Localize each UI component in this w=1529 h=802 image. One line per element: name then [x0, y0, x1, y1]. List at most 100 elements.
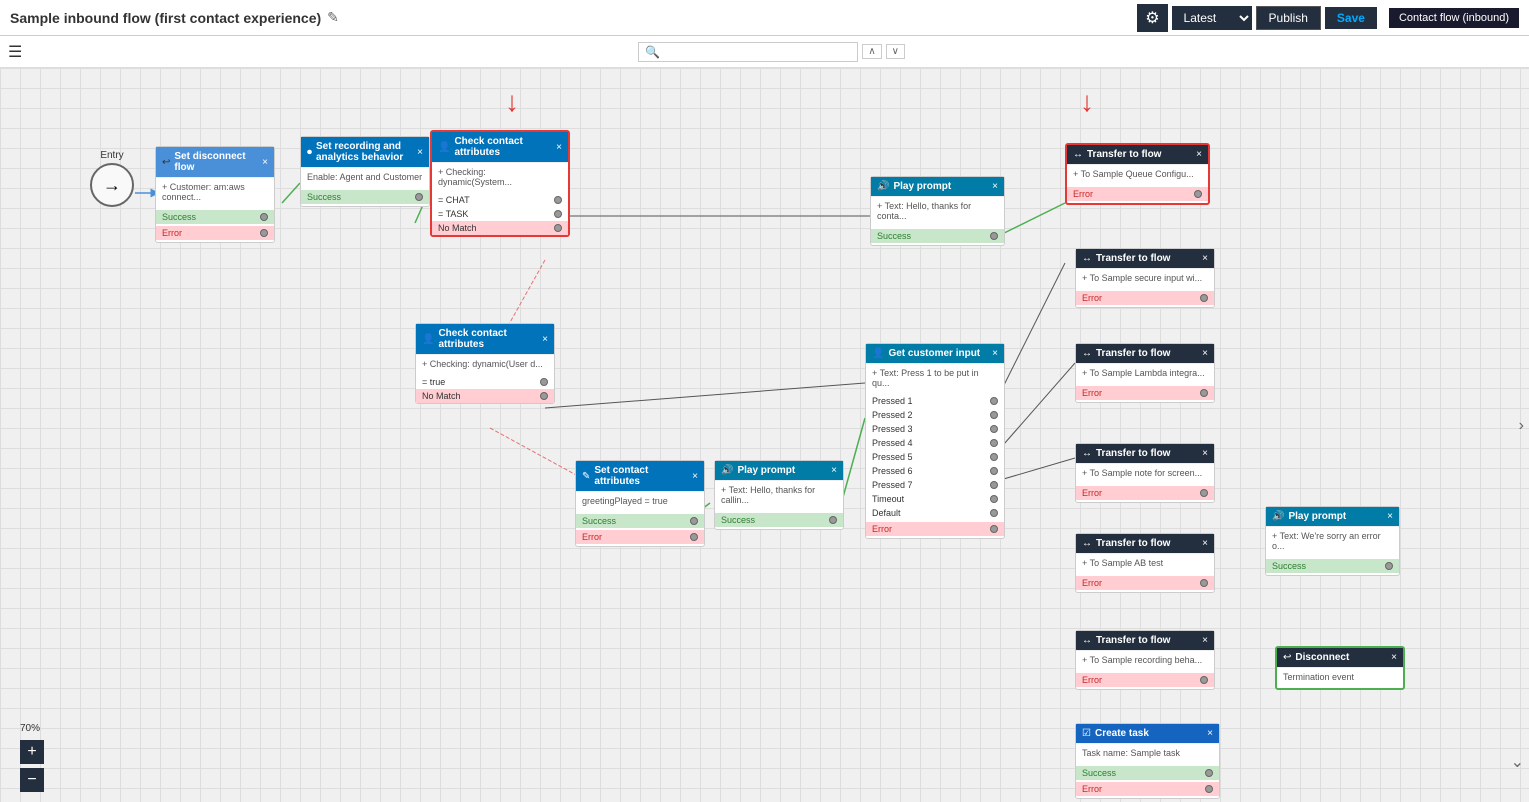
check2-icon: 👤: [422, 334, 434, 345]
close-icon[interactable]: ×: [692, 471, 698, 482]
scroll-down-indicator: ⌄: [1511, 752, 1524, 772]
create-task-block: ☑ Create task × Task name: Sample task S…: [1075, 723, 1220, 799]
chat-row: = CHAT: [432, 193, 568, 207]
pressed2: Pressed 2: [866, 408, 1004, 422]
transfer6-icon: ↔: [1082, 635, 1092, 646]
get-customer-input-block: 👤 Get customer input × + Text: Press 1 t…: [865, 343, 1005, 539]
zoom-in-button[interactable]: +: [20, 740, 44, 764]
search-input[interactable]: [664, 46, 824, 58]
input-icon: 👤: [872, 348, 884, 359]
error-row: Error: [576, 530, 704, 544]
close-icon[interactable]: ×: [1202, 348, 1208, 359]
play2-icon: 🔊: [721, 465, 733, 476]
transfer-icon: ↔: [1073, 149, 1083, 160]
pressed5: Pressed 5: [866, 450, 1004, 464]
nomatch-row: No Match: [432, 221, 568, 235]
zoom-label: 70%: [20, 723, 44, 734]
topbar: Sample inbound flow (first contact exper…: [0, 0, 1529, 36]
transfer3-icon: ↔: [1082, 348, 1092, 359]
check-contact-2-block: 👤 Check contact attributes × + Checking:…: [415, 323, 555, 404]
zoom-out-button[interactable]: −: [20, 768, 44, 792]
close-icon[interactable]: ×: [992, 348, 998, 359]
transfer-flow-6-block: ↔ Transfer to flow × + To Sample recordi…: [1075, 630, 1215, 690]
search-icon: 🔍: [645, 45, 660, 59]
close-icon[interactable]: ×: [1387, 511, 1393, 522]
close-icon[interactable]: ×: [831, 465, 837, 476]
play-prompt-1-block: 🔊 Play prompt × + Text: Hello, thanks fo…: [870, 176, 1005, 246]
close-icon[interactable]: ×: [1202, 635, 1208, 646]
play-prompt-error-block: 🔊 Play prompt × + Text: We're sorry an e…: [1265, 506, 1400, 576]
version-select[interactable]: Latest: [1172, 6, 1252, 30]
contact-flow-badge: Contact flow (inbound): [1389, 8, 1519, 28]
gear-button[interactable]: ⚙: [1137, 4, 1167, 32]
pressed4: Pressed 4: [866, 436, 1004, 450]
pressed7: Pressed 7: [866, 478, 1004, 492]
success-row: Success: [576, 514, 704, 528]
success-row: Success: [871, 229, 1004, 243]
error-row: Error: [1076, 576, 1214, 590]
default-row: Default: [866, 506, 1004, 520]
error-row: Error: [1076, 486, 1214, 500]
nav-down-button[interactable]: ∨: [886, 44, 905, 59]
error-row: Error: [1076, 291, 1214, 305]
play-prompt-2-block: 🔊 Play prompt × + Text: Hello, thanks fo…: [714, 460, 844, 530]
page-title: Sample inbound flow (first contact exper…: [10, 10, 321, 26]
close-icon[interactable]: ×: [262, 157, 268, 168]
close-icon[interactable]: ×: [1196, 149, 1202, 160]
close-icon[interactable]: ×: [542, 334, 548, 345]
close-icon[interactable]: ×: [992, 181, 998, 192]
publish-button[interactable]: Publish: [1256, 6, 1321, 30]
success-row: Success: [715, 513, 843, 527]
entry-label: Entry →: [90, 150, 134, 207]
success-row: Success: [156, 210, 274, 224]
disconnect-block: ↩ Disconnect × Termination event: [1275, 646, 1405, 690]
error-row: Error: [1076, 673, 1214, 687]
check-contact-1-block: 👤 Check contact attributes × + Checking:…: [430, 130, 570, 237]
close-icon[interactable]: ×: [1391, 652, 1397, 663]
transfer-flow-4-block: ↔ Transfer to flow × + To Sample note fo…: [1075, 443, 1215, 503]
close-icon[interactable]: ×: [1202, 538, 1208, 549]
setattr-icon: ✎: [582, 471, 590, 482]
error-row: Error: [1076, 782, 1219, 796]
nomatch2-row: No Match: [416, 389, 554, 403]
canvas: ↓ ↓ Entry → ↩ Set disconnect flow × + Cu…: [0, 68, 1529, 802]
disconnect2-icon: ↩: [1283, 652, 1291, 663]
secondbar: ☰ 🔍 ∧ ∨: [0, 36, 1529, 68]
close-icon[interactable]: ×: [1202, 253, 1208, 264]
save-button[interactable]: Save: [1325, 7, 1377, 29]
close-icon[interactable]: ×: [556, 142, 562, 153]
topbar-right: ⚙ Latest Publish Save Contact flow (inbo…: [1137, 4, 1519, 32]
nav-up-button[interactable]: ∧: [862, 44, 881, 59]
pressed3: Pressed 3: [866, 422, 1004, 436]
check-icon: 👤: [438, 142, 450, 153]
set-contact-attr-block: ✎ Set contact attributes × greetingPlaye…: [575, 460, 705, 547]
edit-icon[interactable]: ✎: [327, 9, 339, 26]
task-row: = TASK: [432, 207, 568, 221]
transfer5-icon: ↔: [1082, 538, 1092, 549]
play3-icon: 🔊: [1272, 511, 1284, 522]
pressed1: Pressed 1: [866, 394, 1004, 408]
close-icon[interactable]: ×: [1202, 448, 1208, 459]
transfer-flow-1-block: ↔ Transfer to flow × + To Sample Queue C…: [1065, 143, 1210, 205]
transfer-flow-3-block: ↔ Transfer to flow × + To Sample Lambda …: [1075, 343, 1215, 403]
error-row: Error: [1067, 187, 1208, 201]
transfer-flow-2-block: ↔ Transfer to flow × + To Sample secure …: [1075, 248, 1215, 308]
recording-icon: ⏺: [307, 147, 312, 158]
topbar-left: Sample inbound flow (first contact exper…: [10, 9, 339, 26]
transfer4-icon: ↔: [1082, 448, 1092, 459]
success-row: Success: [301, 190, 429, 204]
set-recording-block: ⏺ Set recording and analytics behavior ×…: [300, 136, 430, 207]
scroll-right-indicator: ›: [1519, 417, 1524, 435]
search-bar: 🔍: [638, 42, 858, 62]
timeout-row: Timeout: [866, 492, 1004, 506]
red-arrow-2: ↓: [1080, 86, 1094, 118]
error-row: Error: [1076, 386, 1214, 400]
menu-icon[interactable]: ☰: [8, 42, 22, 62]
close-icon[interactable]: ×: [1207, 728, 1213, 739]
pressed6: Pressed 6: [866, 464, 1004, 478]
set-disconnect-block: ↩ Set disconnect flow × + Customer: am:a…: [155, 146, 275, 243]
error-row: Error: [866, 522, 1004, 536]
error-row: Error: [156, 226, 274, 240]
transfer2-icon: ↔: [1082, 253, 1092, 264]
close-icon[interactable]: ×: [417, 147, 423, 158]
